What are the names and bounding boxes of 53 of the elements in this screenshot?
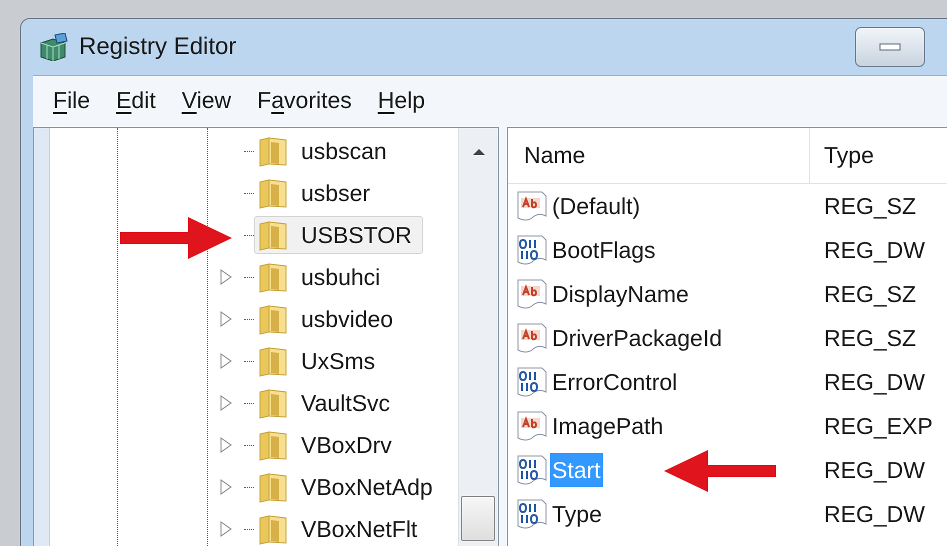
value-type: REG_SZ — [823, 192, 916, 221]
value-name[interactable]: Type — [550, 496, 604, 532]
minimize-icon — [879, 43, 901, 51]
string-value-icon — [516, 410, 548, 442]
expand-icon[interactable] — [220, 395, 232, 411]
value-type: REG_DW — [823, 456, 925, 485]
scroll-thumb[interactable] — [461, 496, 495, 541]
binary-value-icon — [516, 366, 548, 398]
expand-icon[interactable] — [220, 479, 232, 495]
minimize-button[interactable] — [855, 27, 925, 67]
menu-item[interactable]: File — [53, 83, 90, 118]
menu-item[interactable]: View — [182, 83, 232, 118]
value-name[interactable]: (Default) — [550, 188, 642, 224]
value-type: REG_SZ — [823, 324, 916, 353]
value-type: REG_EXP — [823, 412, 933, 441]
tree-item[interactable]: usbvideo — [254, 300, 404, 338]
value-type: REG_DW — [823, 368, 925, 397]
string-value-icon — [516, 190, 548, 222]
expand-icon[interactable] — [220, 437, 232, 453]
value-name[interactable]: DriverPackageId — [550, 320, 724, 356]
value-name[interactable]: ErrorControl — [550, 364, 680, 400]
expand-icon[interactable] — [220, 311, 232, 327]
value-type: REG_DW — [823, 500, 925, 529]
tree-item[interactable]: usbser — [254, 174, 382, 212]
tree-item[interactable]: VaultSvc — [254, 384, 402, 422]
string-value-icon — [516, 322, 548, 354]
binary-value-icon — [516, 454, 548, 486]
value-type: REG_SZ — [823, 280, 916, 309]
value-name[interactable]: DisplayName — [550, 276, 691, 312]
value-name[interactable]: ImagePath — [550, 408, 666, 444]
menu-item[interactable]: Edit — [116, 83, 156, 118]
string-value-icon — [516, 278, 548, 310]
scroll-up-icon[interactable] — [472, 148, 486, 156]
tree-item[interactable]: VBoxDrv — [254, 426, 403, 464]
window-title: Registry Editor — [79, 32, 236, 62]
menu-item[interactable]: Favorites — [257, 83, 352, 118]
value-type: REG_DW — [823, 236, 925, 265]
tree-item[interactable]: VBoxNetAdp — [254, 468, 444, 506]
tree-item[interactable]: usbuhci — [254, 258, 392, 296]
tree-item[interactable]: USBSTOR — [254, 216, 423, 254]
value-name[interactable]: BootFlags — [550, 232, 658, 268]
expand-icon[interactable] — [220, 269, 232, 285]
expand-icon[interactable] — [220, 521, 232, 537]
menu-item[interactable]: Help — [378, 83, 426, 118]
binary-value-icon — [516, 498, 548, 530]
tree-item[interactable]: VBoxNetFlt — [254, 510, 428, 546]
column-header[interactable]: Name — [508, 128, 810, 183]
tree-item[interactable]: usbscan — [254, 132, 398, 170]
column-header[interactable]: Type — [810, 128, 947, 183]
tree-item[interactable]: UxSms — [254, 342, 386, 380]
binary-value-icon — [516, 234, 548, 266]
registry-editor-icon — [39, 33, 69, 61]
expand-icon[interactable] — [220, 353, 232, 369]
